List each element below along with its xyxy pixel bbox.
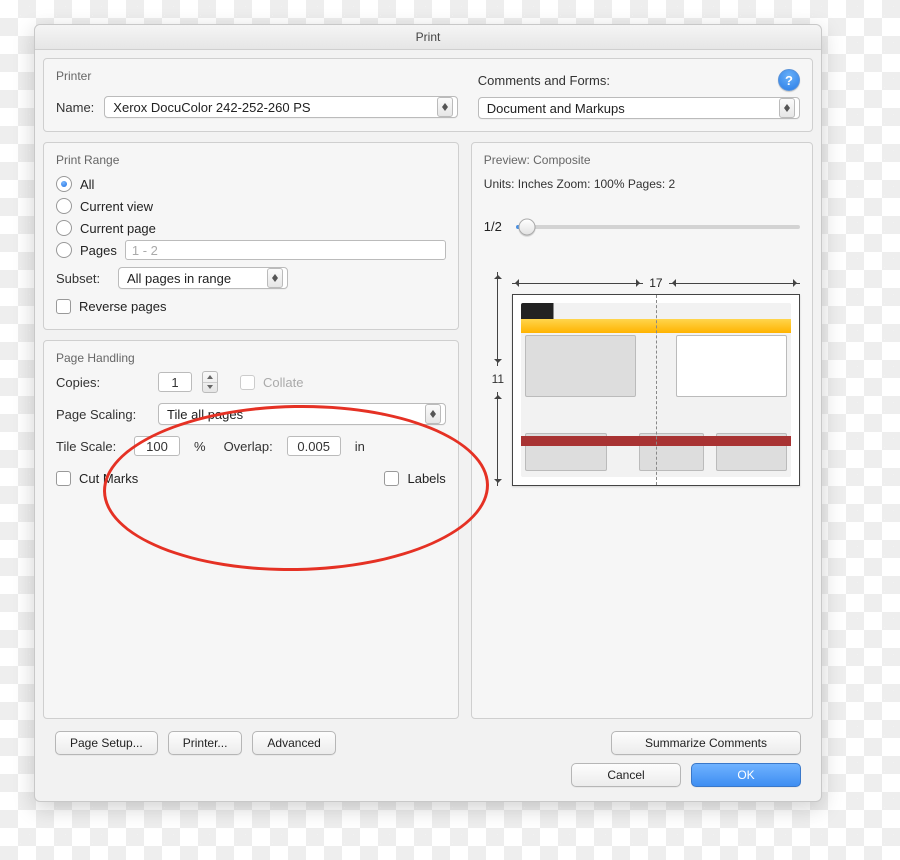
subset-label: Subset: xyxy=(56,271,110,286)
page-scaling-value: Tile all pages xyxy=(167,407,243,422)
preview-group: Preview: Composite Units: Inches Zoom: 1… xyxy=(471,142,813,719)
comments-forms-select[interactable]: Document and Markups xyxy=(478,97,800,119)
page-handling-group: Page Handling Copies: 1 Collate Page Sca… xyxy=(43,340,459,719)
printer-group-title: Printer xyxy=(56,69,458,83)
radio-all-label: All xyxy=(80,177,94,192)
preview-height-value: 11 xyxy=(492,372,504,386)
printer-group: Printer Name: Xerox DocuColor 242-252-26… xyxy=(43,58,813,132)
print-dialog: Print Printer Name: Xerox DocuColor 242-… xyxy=(34,24,822,802)
collate-checkbox xyxy=(240,375,255,390)
preview-page-slider[interactable] xyxy=(516,225,800,229)
cut-marks-checkbox[interactable]: Cut Marks xyxy=(56,471,138,486)
page-scaling-select[interactable]: Tile all pages xyxy=(158,403,446,425)
radio-pages-label: Pages xyxy=(80,243,117,258)
radio-current-page-label: Current page xyxy=(80,221,156,236)
preview-title: Preview: Composite xyxy=(484,153,800,167)
button-row-bottom: Cancel OK xyxy=(43,755,813,801)
cancel-button[interactable]: Cancel xyxy=(571,763,681,787)
stepper-down-icon xyxy=(203,382,217,393)
overlap-unit: in xyxy=(355,439,365,454)
print-range-title: Print Range xyxy=(56,153,446,167)
overlap-label: Overlap: xyxy=(224,439,273,454)
chevrons-icon xyxy=(779,98,795,118)
help-icon: ? xyxy=(785,73,793,88)
reverse-pages-checkbox[interactable]: Reverse pages xyxy=(56,295,446,317)
overlap-input[interactable]: 0.005 xyxy=(287,436,341,456)
chevrons-icon xyxy=(425,404,441,424)
radio-all[interactable]: All xyxy=(56,173,446,195)
preview-units-line: Units: Inches Zoom: 100% Pages: 2 xyxy=(484,177,800,191)
reverse-pages-label: Reverse pages xyxy=(79,299,166,314)
labels-checkbox[interactable]: Labels xyxy=(384,471,445,486)
preview-width-value: 17 xyxy=(649,276,662,290)
tile-scale-input[interactable]: 100 xyxy=(134,436,180,456)
button-row-top: Page Setup... Printer... Advanced Summar… xyxy=(43,719,813,755)
collate-label: Collate xyxy=(263,375,303,390)
subset-select[interactable]: All pages in range xyxy=(118,267,288,289)
page-setup-button[interactable]: Page Setup... xyxy=(55,731,158,755)
page-scaling-label: Page Scaling: xyxy=(56,407,150,422)
printer-name-value: Xerox DocuColor 242-252-260 PS xyxy=(113,100,310,115)
summarize-comments-button[interactable]: Summarize Comments xyxy=(611,731,801,755)
percent-label: % xyxy=(194,439,206,454)
ok-button[interactable]: OK xyxy=(691,763,801,787)
radio-current-view-label: Current view xyxy=(80,199,153,214)
stepper-up-icon xyxy=(203,372,217,382)
advanced-button[interactable]: Advanced xyxy=(252,731,335,755)
printer-name-select[interactable]: Xerox DocuColor 242-252-260 PS xyxy=(104,96,457,118)
radio-icon xyxy=(56,242,72,258)
subset-value: All pages in range xyxy=(127,271,231,286)
print-range-group: Print Range All Current view Current pag… xyxy=(43,142,459,330)
radio-current-page[interactable]: Current page xyxy=(56,217,446,239)
checkbox-icon xyxy=(56,471,71,486)
cut-marks-label: Cut Marks xyxy=(79,471,138,486)
window-title: Print xyxy=(35,25,821,50)
preview-page-indicator: 1/2 xyxy=(484,219,502,234)
slider-thumb-icon xyxy=(519,218,536,235)
checkbox-icon xyxy=(56,299,71,314)
copies-stepper[interactable] xyxy=(202,371,218,393)
chevrons-icon xyxy=(437,97,453,117)
tile-scale-label: Tile Scale: xyxy=(56,439,126,454)
printer-name-label: Name: xyxy=(56,100,94,115)
copies-label: Copies: xyxy=(56,375,150,390)
radio-current-view[interactable]: Current view xyxy=(56,195,446,217)
checkbox-icon xyxy=(384,471,399,486)
preview-thumbnail xyxy=(512,294,800,486)
radio-pages[interactable]: Pages 1 - 2 xyxy=(56,239,446,261)
printer-button[interactable]: Printer... xyxy=(168,731,243,755)
pages-input[interactable]: 1 - 2 xyxy=(125,240,446,260)
copies-input[interactable]: 1 xyxy=(158,372,192,392)
comments-forms-label: Comments and Forms: xyxy=(478,73,610,88)
page-handling-title: Page Handling xyxy=(56,351,446,365)
help-button[interactable]: ? xyxy=(778,69,800,91)
chevrons-icon xyxy=(267,268,283,288)
radio-icon xyxy=(56,176,72,192)
labels-label: Labels xyxy=(407,471,445,486)
comments-forms-value: Document and Markups xyxy=(487,101,625,116)
radio-icon xyxy=(56,198,72,214)
radio-icon xyxy=(56,220,72,236)
